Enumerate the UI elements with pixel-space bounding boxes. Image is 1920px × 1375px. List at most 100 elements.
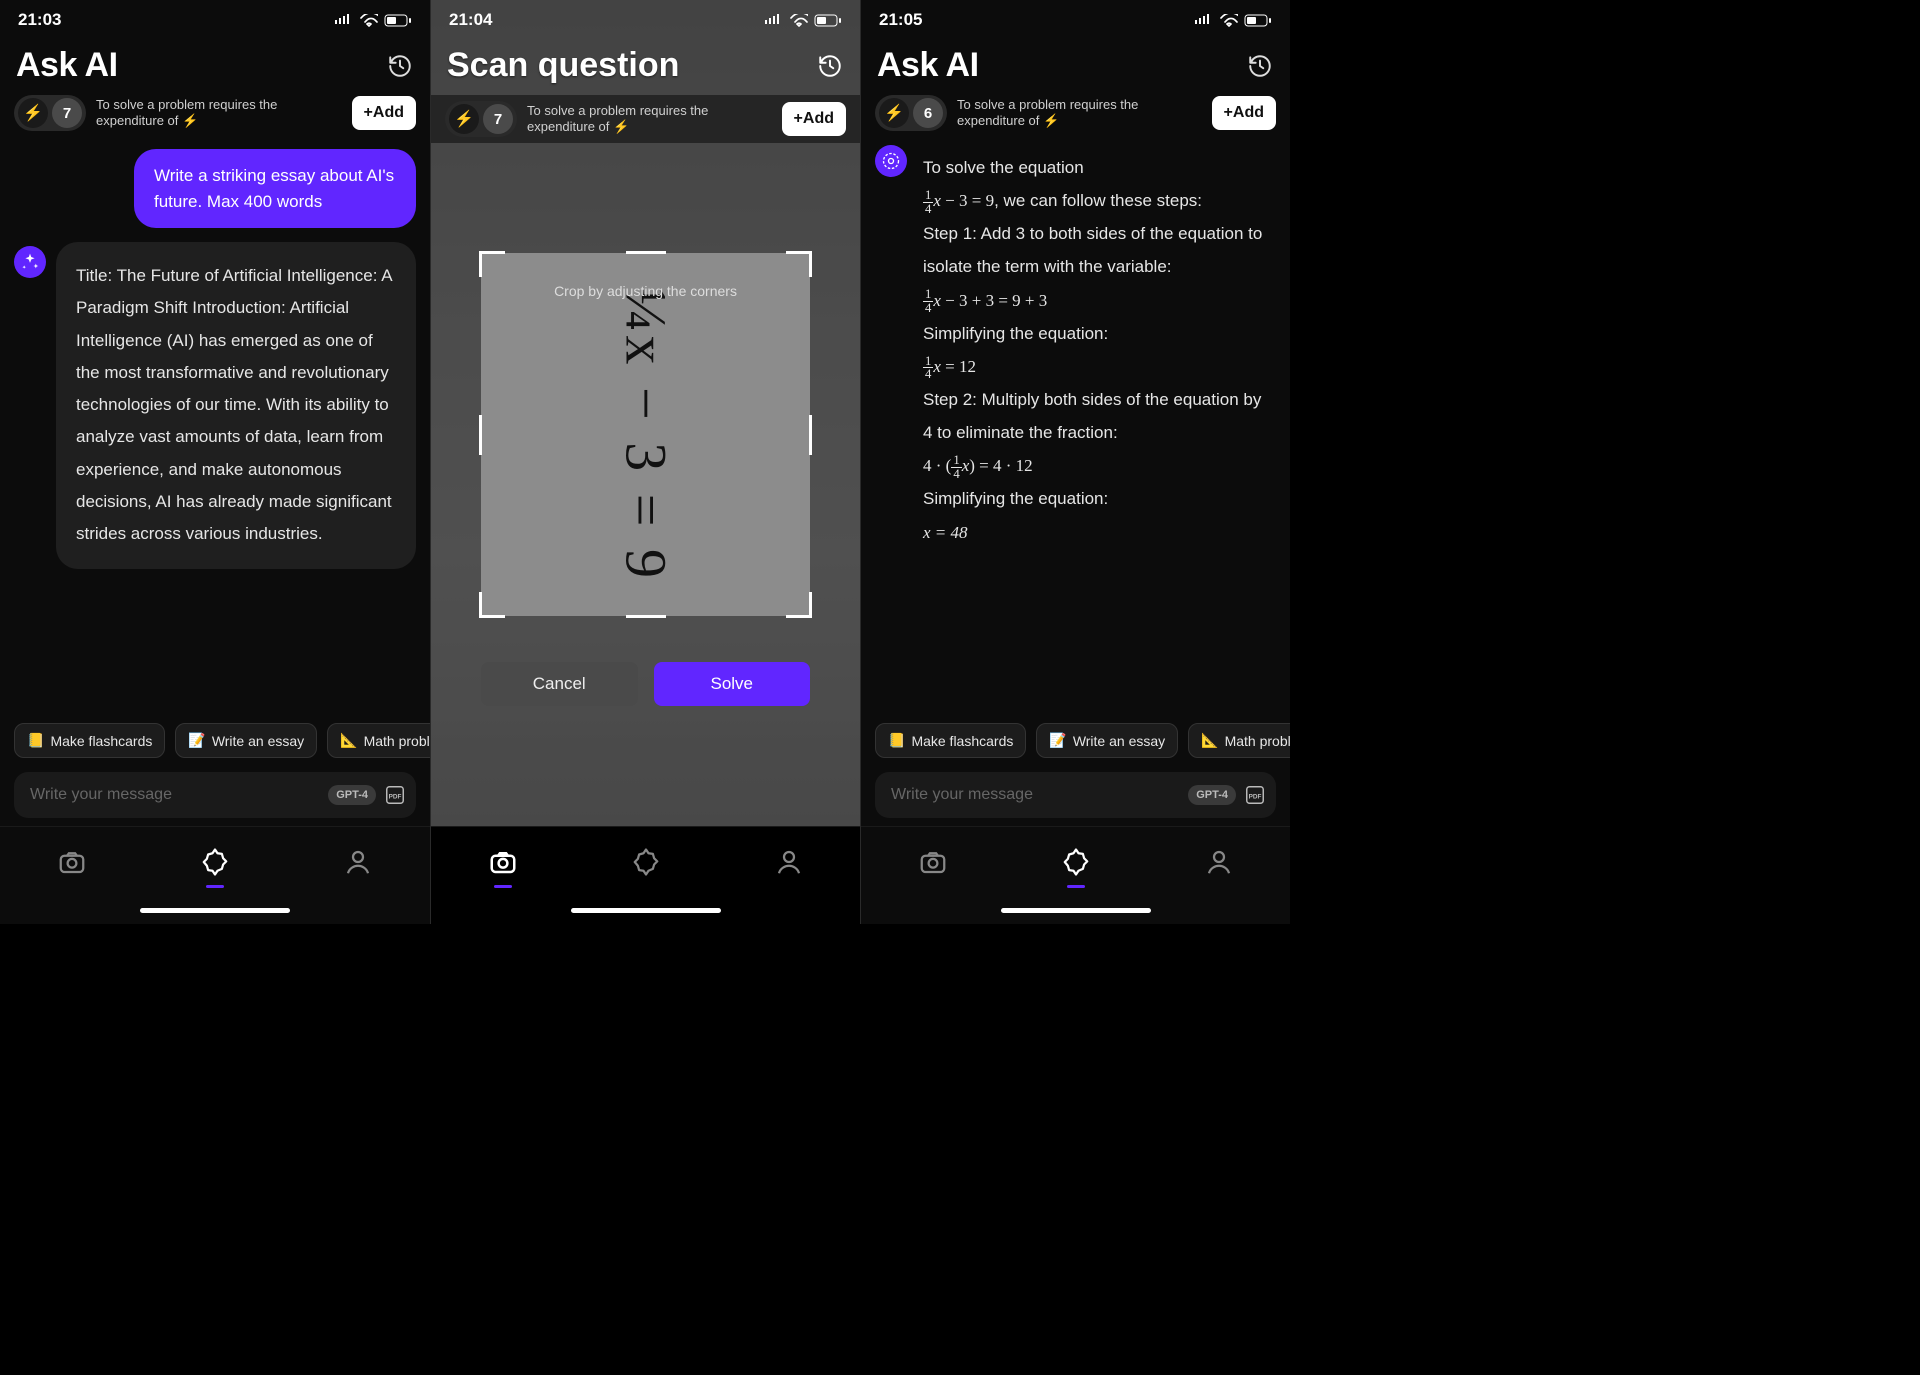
nav-chat[interactable] <box>626 842 666 882</box>
crop-handle-tr[interactable] <box>786 251 812 277</box>
suggestion-chips: 📒Make flashcards 📝Write an essay 📐Math p… <box>861 713 1290 764</box>
status-time: 21:03 <box>18 10 61 30</box>
equation-line-3: 14x = 12 <box>923 357 976 376</box>
status-bar: 21:05 <box>861 0 1290 40</box>
token-bar: ⚡ 7 To solve a problem requires the expe… <box>431 95 860 143</box>
add-tokens-button[interactable]: +Add <box>782 102 846 136</box>
pdf-icon[interactable]: PDF <box>384 784 406 806</box>
ai-message-row: To solve the equation 14x − 3 = 9, we ca… <box>875 141 1276 559</box>
chat-area[interactable]: Write a striking essay about AI's future… <box>0 141 430 713</box>
sparkle-badge-icon <box>631 847 661 877</box>
chip-flashcards[interactable]: 📒Make flashcards <box>875 723 1026 758</box>
nav-camera[interactable] <box>913 842 953 882</box>
gear-icon <box>881 151 901 171</box>
add-tokens-button[interactable]: +Add <box>1212 96 1276 130</box>
crop-handle-top[interactable] <box>626 251 666 254</box>
status-bar: 21:03 <box>0 0 430 40</box>
nav-profile[interactable] <box>769 842 809 882</box>
ai-message: To solve the equation 14x − 3 = 9, we ca… <box>917 141 1276 559</box>
history-button[interactable] <box>1246 52 1274 80</box>
chat-fade <box>861 653 1290 713</box>
equation-line-2: 14x − 3 + 3 = 9 + 3 <box>923 291 1047 310</box>
status-indicators <box>764 14 842 27</box>
model-badge[interactable]: GPT-4 <box>328 785 376 805</box>
page-title: Scan question <box>447 46 679 85</box>
scan-content: ¼x − 3 = 9 Crop by adjusting the corners… <box>431 143 860 826</box>
token-bar: ⚡ 7 To solve a problem requires the expe… <box>0 95 430 141</box>
svg-text:PDF: PDF <box>1249 794 1262 801</box>
chip-math[interactable]: 📐Math probl <box>327 723 430 758</box>
nav-indicator <box>494 885 512 888</box>
message-input[interactable] <box>30 786 320 804</box>
svg-text:PDF: PDF <box>389 794 402 801</box>
home-indicator[interactable] <box>571 908 721 913</box>
chat-fade <box>0 653 430 713</box>
bolt-icon: ⚡ <box>18 98 48 128</box>
ai-avatar <box>875 145 907 177</box>
equation-line-4: 4 · (14x) = 4 · 12 <box>923 456 1033 475</box>
screen-chat-essay: 21:03 Ask AI ⚡ 7 To solve a problem requ… <box>0 0 430 924</box>
nav-camera[interactable] <box>52 842 92 882</box>
bottom-nav <box>861 826 1290 896</box>
token-description: To solve a problem requires the expendit… <box>957 97 1202 130</box>
sparkle-icon <box>20 252 40 272</box>
crop-frame[interactable]: ¼x − 3 = 9 Crop by adjusting the corners <box>481 253 810 616</box>
history-button[interactable] <box>386 52 414 80</box>
camera-icon <box>57 847 87 877</box>
history-button[interactable] <box>816 52 844 80</box>
chip-math[interactable]: 📐Math probl <box>1188 723 1290 758</box>
token-chip[interactable]: ⚡ 6 <box>875 95 947 131</box>
screen-scan: 21:04 Scan question ⚡ 7 To solve a probl… <box>430 0 860 924</box>
nav-chat[interactable] <box>1056 842 1096 882</box>
chip-essay[interactable]: 📝Write an essay <box>1036 723 1178 758</box>
chip-flashcards[interactable]: 📒Make flashcards <box>14 723 165 758</box>
model-badge[interactable]: GPT-4 <box>1188 785 1236 805</box>
message-input[interactable] <box>891 786 1180 804</box>
token-description: To solve a problem requires the expendit… <box>96 97 342 130</box>
crop-handle-right[interactable] <box>809 415 812 455</box>
status-bar: 21:04 <box>431 0 860 40</box>
cancel-button[interactable]: Cancel <box>481 662 638 706</box>
page-title: Ask AI <box>877 46 979 85</box>
home-indicator[interactable] <box>140 908 290 913</box>
token-count: 7 <box>52 98 82 128</box>
nav-profile[interactable] <box>338 842 378 882</box>
crop-handle-br[interactable] <box>786 592 812 618</box>
user-message: Write a striking essay about AI's future… <box>134 149 416 228</box>
sparkle-badge-icon <box>1061 847 1091 877</box>
camera-icon <box>488 847 518 877</box>
home-indicator[interactable] <box>1001 908 1151 913</box>
status-time: 21:04 <box>449 10 492 30</box>
token-chip[interactable]: ⚡ 7 <box>14 95 86 131</box>
crop-handle-bl[interactable] <box>479 592 505 618</box>
crop-handle-left[interactable] <box>479 415 482 455</box>
status-indicators <box>1194 14 1272 27</box>
app-header: Scan question <box>431 40 860 95</box>
token-chip[interactable]: ⚡ 7 <box>445 101 517 137</box>
scanned-equation: ¼x − 3 = 9 <box>612 288 679 582</box>
crop-handle-bottom[interactable] <box>626 615 666 618</box>
pdf-icon[interactable]: PDF <box>1244 784 1266 806</box>
token-count: 7 <box>483 104 513 134</box>
bolt-icon: ⚡ <box>449 104 479 134</box>
nav-profile[interactable] <box>1199 842 1239 882</box>
profile-icon <box>774 847 804 877</box>
app-header: Ask AI <box>861 40 1290 95</box>
message-input-row: GPT-4 PDF <box>875 772 1276 818</box>
token-bar: ⚡ 6 To solve a problem requires the expe… <box>861 95 1290 141</box>
scan-action-row: Cancel Solve <box>481 662 810 706</box>
nav-camera[interactable] <box>483 842 523 882</box>
crop-handle-tl[interactable] <box>479 251 505 277</box>
equation-line-1: 14x − 3 = 9 <box>923 191 994 210</box>
chat-area[interactable]: To solve the equation 14x − 3 = 9, we ca… <box>861 141 1290 713</box>
add-tokens-button[interactable]: +Add <box>352 96 416 130</box>
nav-indicator <box>1067 885 1085 888</box>
ai-avatar <box>14 246 46 278</box>
nav-chat[interactable] <box>195 842 235 882</box>
solve-button[interactable]: Solve <box>654 662 811 706</box>
bottom-nav <box>431 826 860 896</box>
page-title: Ask AI <box>16 46 118 85</box>
chip-essay[interactable]: 📝Write an essay <box>175 723 317 758</box>
ai-message-row: Title: The Future of Artificial Intellig… <box>14 242 416 569</box>
token-count: 6 <box>913 98 943 128</box>
